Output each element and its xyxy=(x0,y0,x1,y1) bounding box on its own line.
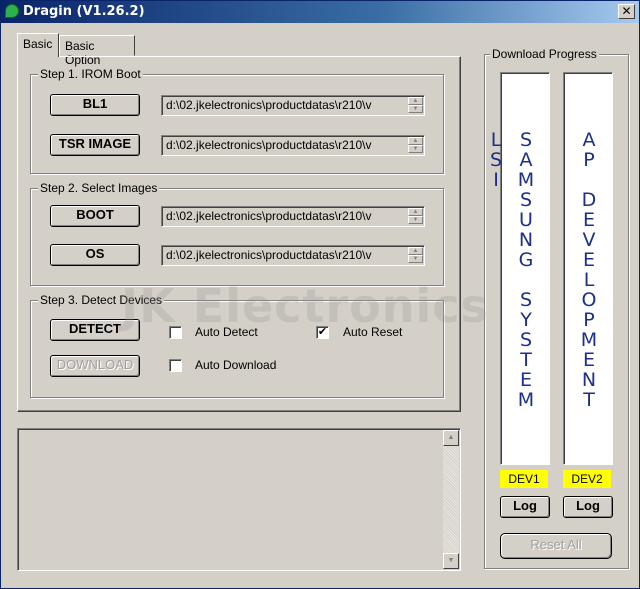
spin-down-icon[interactable]: ▼ xyxy=(408,145,423,153)
os-path-text: d:\02.jkelectronics\productdatas\r210\v xyxy=(166,248,372,262)
tsr-image-button[interactable]: TSR IMAGE xyxy=(50,134,140,156)
step3-group xyxy=(30,300,444,398)
step1-group xyxy=(30,74,444,174)
scroll-down-icon[interactable]: ▼ xyxy=(443,553,459,569)
boot-path-text: d:\02.jkelectronics\productdatas\r210\v xyxy=(166,209,372,223)
dev1-label: DEV1 xyxy=(500,470,548,488)
detect-button[interactable]: DETECT xyxy=(50,319,140,341)
step3-label: Step 3. Detect Devices xyxy=(38,293,165,307)
title-bar[interactable]: Dragin (V1.26.2) ✕ xyxy=(1,1,639,23)
spin-down-icon[interactable]: ▼ xyxy=(408,105,423,113)
dev2-label: DEV2 xyxy=(563,470,611,488)
bl1-path-field[interactable]: d:\02.jkelectronics\productdatas\r210\v … xyxy=(161,95,425,116)
tsr-path-field[interactable]: d:\02.jkelectronics\productdatas\r210\v … xyxy=(161,135,425,156)
app-logo-icon xyxy=(5,4,19,18)
bl1-path-text: d:\02.jkelectronics\productdatas\r210\v xyxy=(166,98,372,112)
window-title: Dragin (V1.26.2) xyxy=(23,4,145,19)
check-mark-icon: ✔ xyxy=(317,326,328,338)
boot-spin[interactable]: ▲ ▼ xyxy=(408,208,423,225)
step1-label: Step 1. IROM Boot xyxy=(38,67,143,81)
close-button[interactable]: ✕ xyxy=(618,4,635,19)
auto-detect-label: Auto Detect xyxy=(195,325,258,339)
dev1-progress: SAMSUNG SYSTEM LSI xyxy=(485,72,550,465)
log-scrollbar[interactable]: ▲ ▼ xyxy=(443,430,459,569)
tsr-spin[interactable]: ▲ ▼ xyxy=(408,137,423,154)
log-output-area[interactable]: ▲ ▼ xyxy=(17,428,461,571)
spin-up-icon[interactable]: ▲ xyxy=(408,208,423,216)
boot-button[interactable]: BOOT xyxy=(50,205,140,227)
dev2-progress: AP DEVELOPMENT xyxy=(563,72,613,465)
reset-all-button[interactable]: Reset All xyxy=(500,533,612,559)
tsr-path-text: d:\02.jkelectronics\productdatas\r210\v xyxy=(166,138,372,152)
spin-up-icon[interactable]: ▲ xyxy=(408,247,423,255)
tab-basic-option[interactable]: Basic Option xyxy=(59,35,135,67)
spin-up-icon[interactable]: ▲ xyxy=(408,137,423,145)
spin-up-icon[interactable]: ▲ xyxy=(408,97,423,105)
auto-detect-checkbox[interactable] xyxy=(169,326,182,339)
auto-download-label: Auto Download xyxy=(195,358,277,372)
auto-download-checkbox[interactable] xyxy=(169,359,182,372)
os-path-field[interactable]: d:\02.jkelectronics\productdatas\r210\v … xyxy=(161,245,425,266)
spin-down-icon[interactable]: ▼ xyxy=(408,216,423,224)
os-button[interactable]: OS xyxy=(50,244,140,266)
dev2-log-button[interactable]: Log xyxy=(563,496,613,518)
dev2-progress-text: AP DEVELOPMENT xyxy=(578,129,600,409)
dev1-log-button[interactable]: Log xyxy=(500,496,550,518)
bl1-spin[interactable]: ▲ ▼ xyxy=(408,97,423,114)
spin-down-icon[interactable]: ▼ xyxy=(408,255,423,263)
scroll-up-icon[interactable]: ▲ xyxy=(443,430,459,446)
dragin-window: Dragin (V1.26.2) ✕ Basic Basic Option St… xyxy=(0,0,640,589)
download-button[interactable]: DOWNLOAD xyxy=(50,355,140,377)
auto-reset-checkbox[interactable]: ✔ xyxy=(316,326,329,339)
download-progress-label: Download Progress xyxy=(490,47,599,61)
auto-reset-label: Auto Reset xyxy=(343,325,403,339)
step2-group xyxy=(30,188,444,286)
bl1-button[interactable]: BL1 xyxy=(50,94,140,116)
boot-path-field[interactable]: d:\02.jkelectronics\productdatas\r210\v … xyxy=(161,206,425,227)
tab-basic[interactable]: Basic xyxy=(17,33,59,57)
step2-label: Step 2. Select Images xyxy=(38,181,160,195)
os-spin[interactable]: ▲ ▼ xyxy=(408,247,423,264)
dev1-progress-text: SAMSUNG SYSTEM LSI xyxy=(485,129,537,409)
